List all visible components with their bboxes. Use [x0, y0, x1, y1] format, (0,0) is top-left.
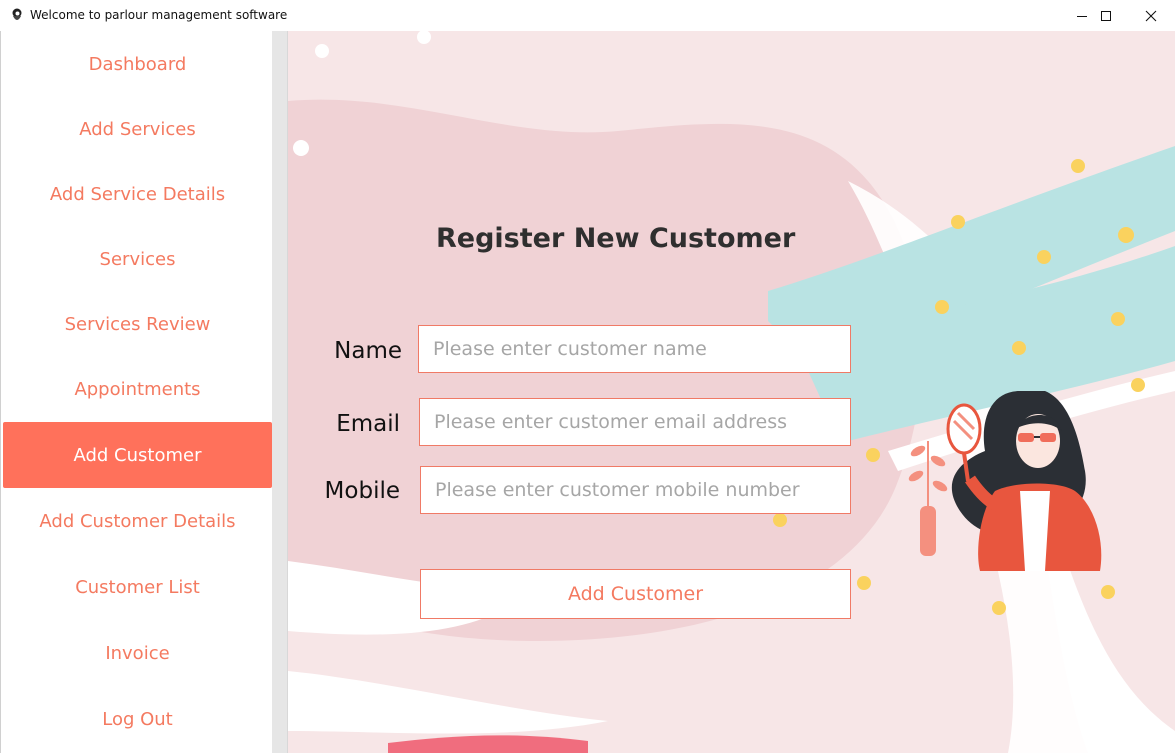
woman-with-mirror-illustration: [908, 391, 1102, 571]
sidebar-item-add-customer-details[interactable]: Add Customer Details: [3, 489, 272, 553]
sidebar-item-log-out[interactable]: Log Out: [3, 687, 272, 751]
sidebar-nav: Dashboard Add Services Add Service Detai…: [0, 31, 273, 753]
add-customer-button[interactable]: Add Customer: [420, 569, 851, 619]
close-button[interactable]: [1128, 0, 1174, 31]
sidebar-item-dashboard[interactable]: Dashboard: [3, 32, 272, 96]
sidebar-item-appointments[interactable]: Appointments: [3, 357, 272, 421]
sidebar-item-customer-list[interactable]: Customer List: [3, 555, 272, 619]
name-input[interactable]: [418, 325, 851, 373]
maximize-button[interactable]: [1083, 0, 1129, 31]
sidebar-item-add-service-details[interactable]: Add Service Details: [3, 162, 272, 226]
email-label: Email: [336, 411, 400, 437]
close-icon: [1145, 10, 1157, 21]
sidebar-scrollbar[interactable]: [272, 31, 288, 753]
mobile-label: Mobile: [324, 478, 400, 504]
sidebar-item-add-customer[interactable]: Add Customer: [3, 422, 272, 488]
main-content: Register New Customer Name Email Mobile …: [288, 31, 1175, 753]
email-input[interactable]: [419, 398, 851, 446]
name-label: Name: [334, 338, 402, 364]
sidebar-item-services[interactable]: Services: [3, 227, 272, 291]
title-bar: Welcome to parlour management software: [0, 0, 1175, 32]
sidebar-item-invoice[interactable]: Invoice: [3, 621, 272, 685]
page-title: Register New Customer: [436, 223, 796, 254]
window-title: Welcome to parlour management software: [30, 8, 288, 22]
mobile-input[interactable]: [420, 466, 851, 514]
sidebar-item-services-review[interactable]: Services Review: [3, 292, 272, 356]
maximize-icon: [1101, 10, 1111, 21]
parlour-logo-icon: [12, 8, 22, 20]
sidebar-item-add-services[interactable]: Add Services: [3, 97, 272, 161]
